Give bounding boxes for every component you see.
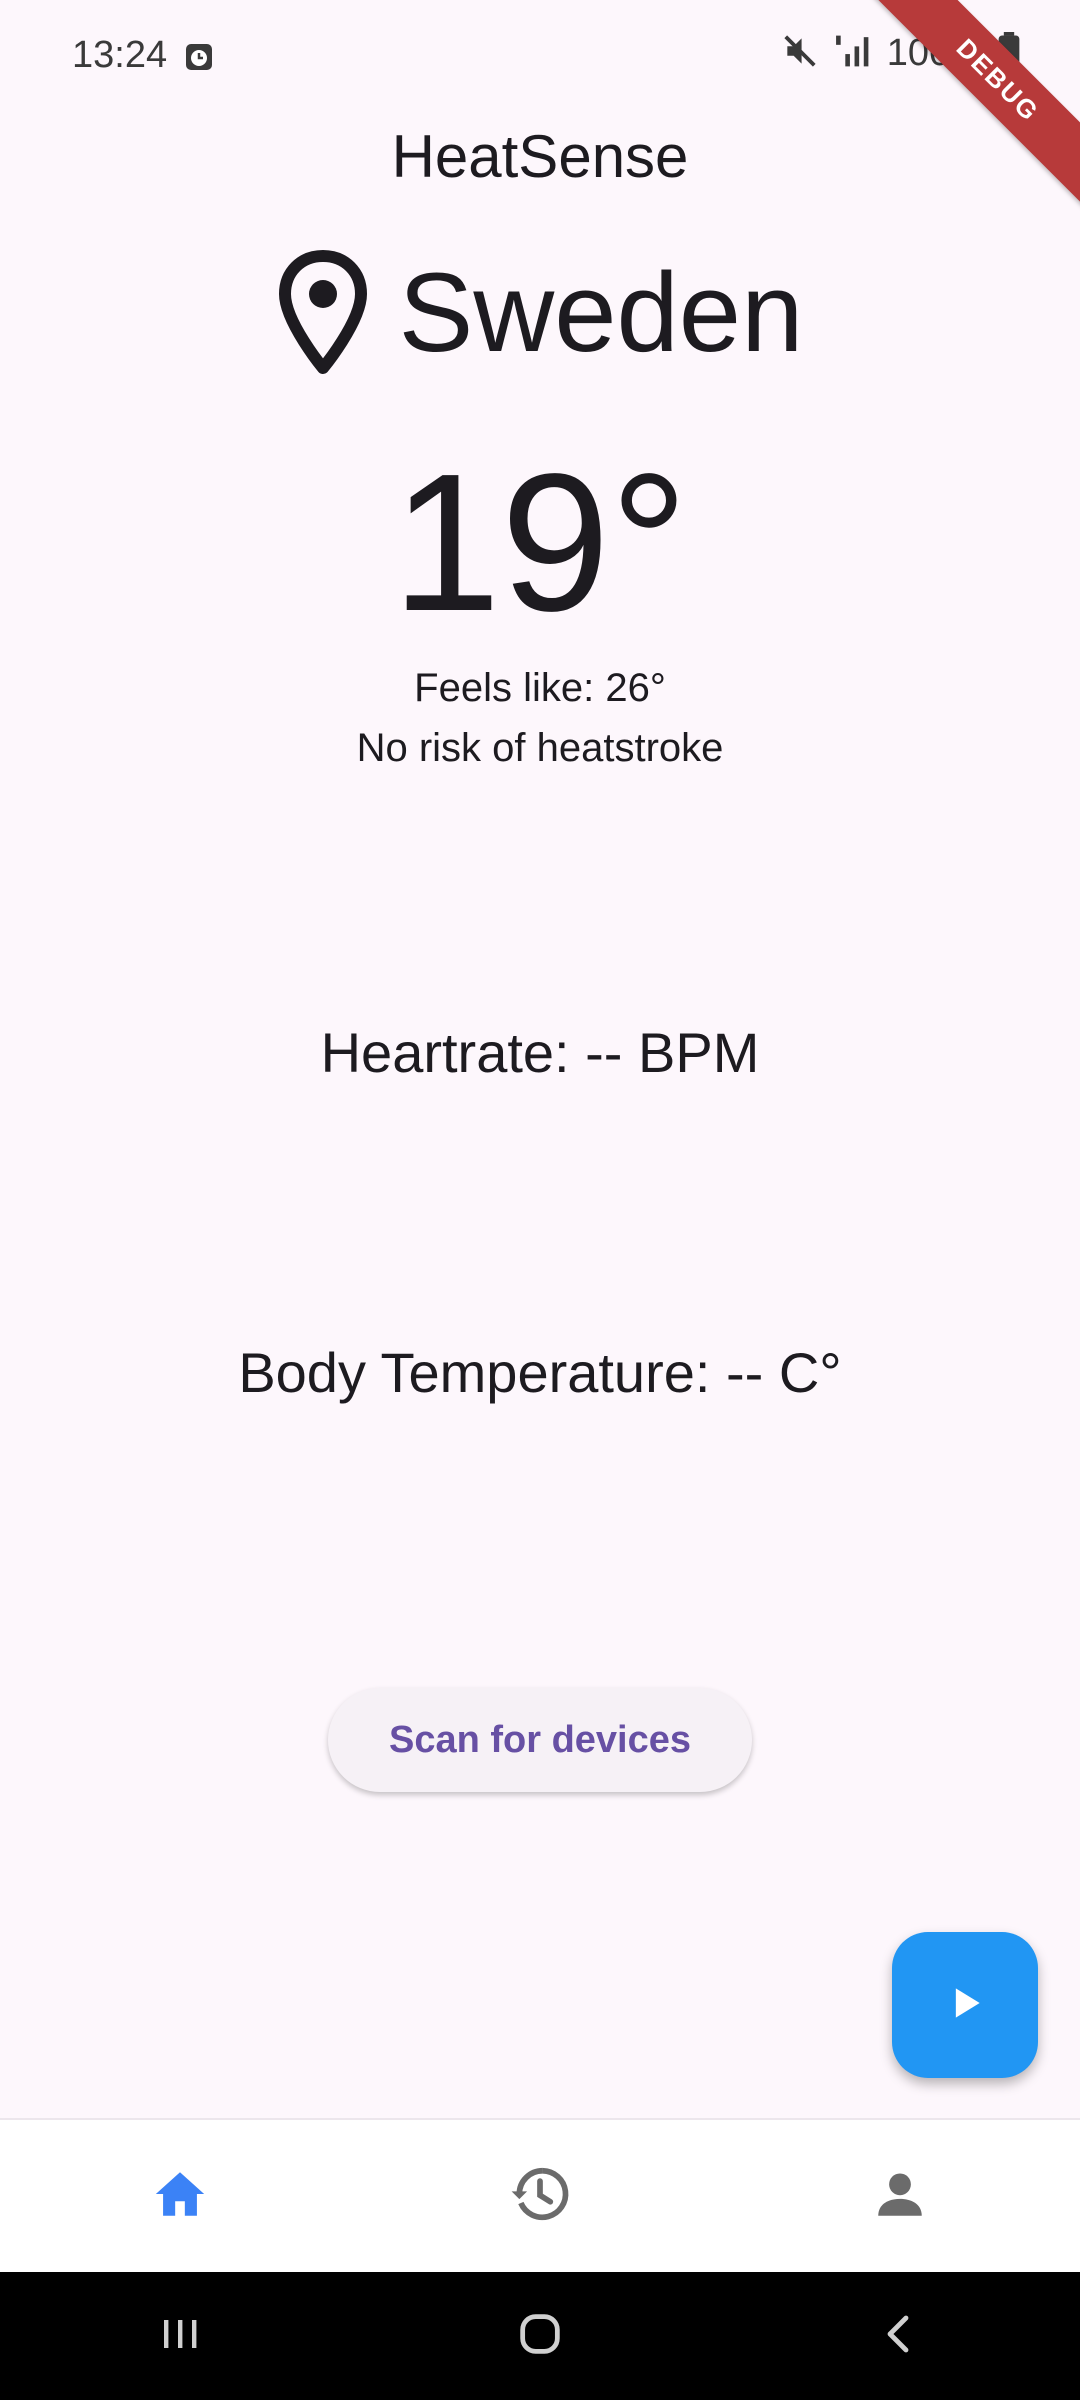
bottom-navigation bbox=[0, 2118, 1080, 2272]
home-circle-icon bbox=[514, 2308, 566, 2365]
heatstroke-risk-text: No risk of heatstroke bbox=[356, 726, 724, 770]
play-icon bbox=[943, 1981, 987, 2030]
system-home-button[interactable] bbox=[480, 2272, 600, 2400]
recent-apps-icon bbox=[156, 2310, 204, 2363]
mute-icon bbox=[781, 32, 819, 75]
app-title: HeatSense bbox=[391, 123, 689, 190]
location: Sweden bbox=[0, 248, 1080, 377]
location-name: Sweden bbox=[398, 250, 804, 375]
body-temperature-text: Body Temperature: -- C° bbox=[238, 1341, 842, 1404]
feels-like-text: Feels like: 26° bbox=[414, 666, 666, 710]
signal-icon bbox=[833, 32, 873, 75]
profile-icon bbox=[871, 2165, 929, 2228]
status-time: 13:24 bbox=[72, 34, 168, 76]
home-icon bbox=[151, 2165, 209, 2228]
recent-apps-button[interactable] bbox=[120, 2272, 240, 2400]
current-temperature: 19° bbox=[391, 433, 689, 652]
back-icon bbox=[876, 2310, 924, 2363]
scan-for-devices-button[interactable]: Scan for devices bbox=[328, 1688, 752, 1792]
history-icon bbox=[509, 2163, 571, 2230]
system-navigation-bar bbox=[0, 2272, 1080, 2400]
heartrate-text: Heartrate: -- BPM bbox=[320, 1021, 760, 1084]
back-button[interactable] bbox=[840, 2272, 960, 2400]
screen: 13:24 10 bbox=[0, 0, 1080, 2400]
location-pin-icon bbox=[277, 249, 369, 376]
nav-item-profile[interactable] bbox=[800, 2120, 1000, 2272]
alarm-icon bbox=[184, 42, 214, 72]
nav-item-history[interactable] bbox=[440, 2120, 640, 2272]
nav-item-home[interactable] bbox=[80, 2120, 280, 2272]
play-fab-button[interactable] bbox=[892, 1932, 1038, 2078]
